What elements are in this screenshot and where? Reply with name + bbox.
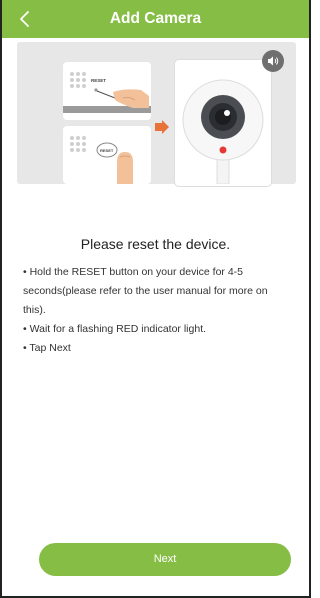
instruction-item: • Hold the RESET button on your device f… (23, 266, 268, 316)
reset-button-card: RESET (63, 126, 151, 184)
instruction-item: • Tap Next (23, 342, 71, 354)
camera-card (175, 60, 271, 186)
reset-step-card: RESET (63, 62, 151, 120)
page-title: Add Camera (109, 10, 202, 27)
reset-button-label: RESET (100, 148, 114, 153)
arrow-right-icon (155, 120, 169, 134)
next-button[interactable]: Next (39, 543, 291, 576)
reset-label: RESET (91, 78, 107, 83)
reset-illustration: RESET RESET (17, 42, 296, 186)
reset-pin-illustration (63, 72, 151, 113)
instruction-item: • Wait for a flashing RED indicator ligh… (23, 323, 207, 335)
speaker-button[interactable] (262, 50, 284, 72)
app-screen: Add Camera RESET RESET Please reset the … (0, 0, 311, 598)
header-bar: Add Camera (2, 0, 309, 38)
instruction-heading: Please reset the device. (80, 236, 231, 252)
finger-press-illustration (70, 136, 133, 184)
speaker-icon (268, 56, 279, 66)
instruction-list: • Hold the RESET button on your device f… (23, 263, 293, 358)
camera-illustration (182, 79, 264, 184)
